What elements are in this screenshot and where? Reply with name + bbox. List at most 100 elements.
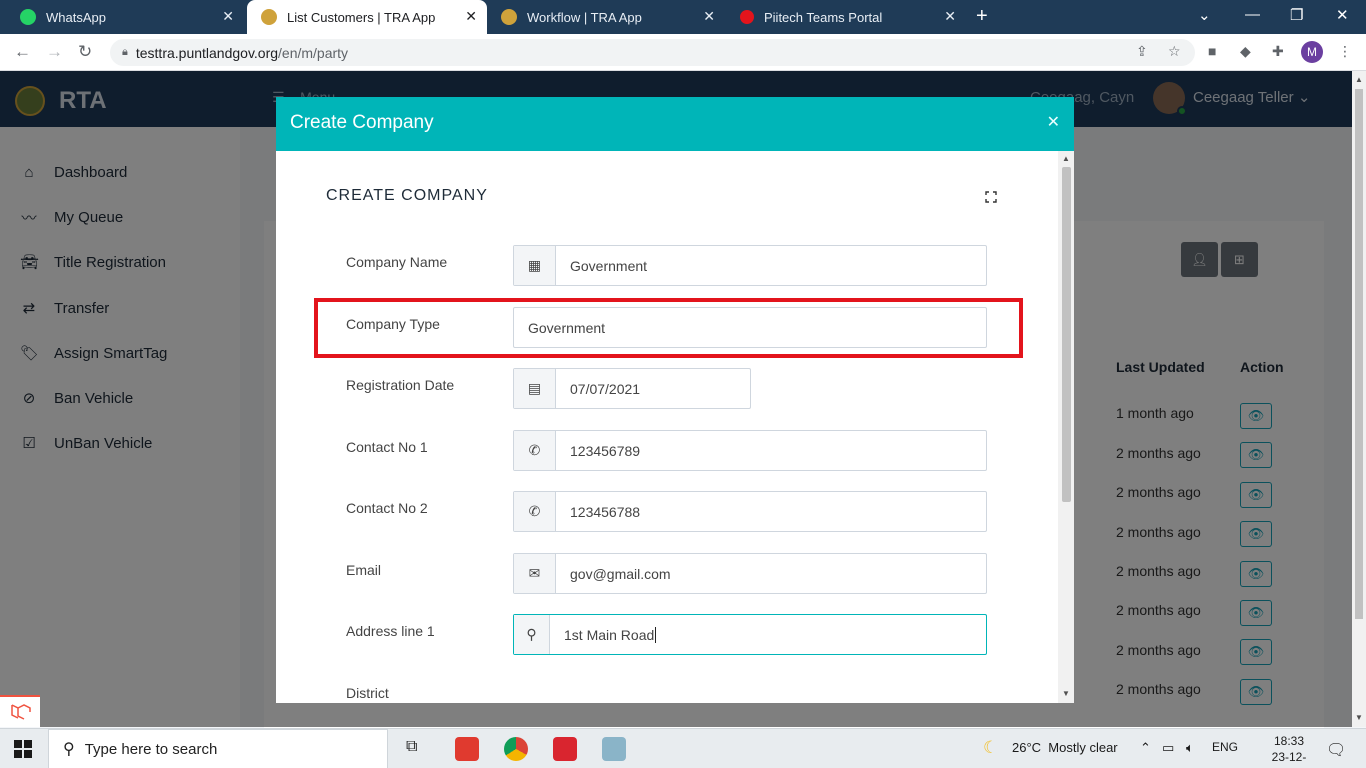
registration-date-field[interactable]: ▤ 07/07/2021	[513, 368, 751, 409]
page-scrollbar-thumb[interactable]	[1355, 89, 1363, 619]
profile-avatar[interactable]: M	[1301, 41, 1323, 63]
lock-icon: 🔒︎	[122, 46, 128, 58]
section-title: CREATE COMPANY	[326, 187, 488, 204]
laravel-debug-icon[interactable]	[0, 695, 40, 727]
address-bar: ← → ↻ 🔒︎ testtra.puntlandgov.org/en/m/pa…	[0, 34, 1366, 71]
taskbar-search-placeholder: Type here to search	[84, 740, 218, 758]
volume-muted-icon[interactable]: 🔈︎	[1186, 740, 1194, 756]
window-close-icon[interactable]: ✕	[1336, 6, 1349, 24]
bookmark-star-icon[interactable]: ☆	[1168, 43, 1181, 60]
registration-date-value: 07/07/2021	[570, 380, 641, 397]
taskbar-clock[interactable]: 18:33 23-12-2021	[1264, 733, 1314, 768]
modal-header: Create Company ✕	[276, 97, 1074, 151]
company-name-field[interactable]: ▦ Government	[513, 245, 987, 286]
whatsapp-icon	[20, 9, 36, 25]
taskbar-search-input[interactable]: ⚲ Type here to search	[48, 729, 388, 768]
close-icon[interactable]: ✕	[222, 8, 234, 25]
address-line-1-value: 1st Main Road	[564, 626, 655, 643]
tra-logo-icon	[261, 9, 277, 25]
envelope-icon: ✉	[514, 554, 556, 593]
laravel-logo-icon	[11, 704, 31, 720]
language-indicator[interactable]: ENG	[1212, 740, 1238, 754]
browser-tab-bar: WhatsApp ✕ List Customers | TRA App ✕ Wo…	[0, 0, 1366, 34]
contact-no-2-field[interactable]: ✆ 123456788	[513, 491, 987, 532]
phone-icon: ✆	[514, 492, 556, 531]
weather-widget[interactable]: 26°C Mostly clear	[1012, 740, 1118, 755]
scroll-up-icon[interactable]: ▲	[1062, 154, 1070, 163]
text-caret	[655, 626, 657, 643]
new-tab-icon[interactable]: +	[976, 5, 988, 28]
email-value: gov@gmail.com	[570, 565, 671, 582]
modal-scrollbar[interactable]: ▲ ▼	[1058, 151, 1074, 703]
contact-no-1-value: 123456789	[570, 442, 641, 459]
clock-time: 18:33	[1273, 734, 1305, 748]
address-line-1-label: Address line 1	[346, 623, 435, 639]
annotation-highlight-box	[314, 298, 1023, 358]
close-icon[interactable]: ✕	[944, 8, 956, 25]
chrome-icon[interactable]	[504, 737, 528, 761]
reload-icon[interactable]: ↻	[78, 42, 92, 62]
email-field[interactable]: ✉ gov@gmail.com	[513, 553, 987, 594]
modal-title: Create Company	[290, 112, 434, 133]
contact-no-2-label: Contact No 2	[346, 500, 428, 516]
forward-icon[interactable]: →	[46, 42, 63, 62]
tab-search-chevron-icon[interactable]: ⌄	[1198, 6, 1211, 24]
company-name-value: Government	[570, 257, 648, 274]
address-line-1-field[interactable]: ⚲ 1st Main Road	[513, 614, 987, 655]
extension-shield-icon[interactable]: ◆	[1240, 43, 1251, 60]
tab-label: Piitech Teams Portal	[764, 9, 883, 25]
windows-start-icon[interactable]	[14, 740, 32, 758]
share-icon[interactable]: ⇪	[1136, 43, 1148, 60]
back-icon[interactable]: ←	[14, 42, 31, 62]
tab-whatsapp[interactable]: WhatsApp ✕	[6, 0, 244, 34]
notification-icon[interactable]: 🗨︎	[1326, 740, 1346, 760]
scroll-down-icon[interactable]: ▼	[1355, 713, 1363, 722]
anydesk-icon[interactable]	[455, 737, 479, 761]
tra-logo-icon	[501, 9, 517, 25]
url-field[interactable]: 🔒︎ testtra.puntlandgov.org/en/m/party	[110, 39, 1195, 66]
scroll-up-icon[interactable]: ▲	[1355, 75, 1363, 84]
close-icon[interactable]: ✕	[703, 8, 715, 25]
battery-icon[interactable]: ▭	[1162, 740, 1174, 756]
tab-label: WhatsApp	[46, 9, 106, 25]
contact-no-1-field[interactable]: ✆ 123456789	[513, 430, 987, 471]
scroll-down-icon[interactable]: ▼	[1062, 689, 1070, 698]
clock-date: 23-12-2021	[1271, 750, 1307, 768]
tray-chevron-up-icon[interactable]: ⌃	[1140, 740, 1151, 756]
weather-moon-icon: ☾	[983, 738, 999, 757]
contact-no-2-value: 123456788	[570, 503, 641, 520]
email-label: Email	[346, 562, 382, 578]
notepad-icon[interactable]	[602, 737, 626, 761]
url-host: testtra.puntlandgov.org	[135, 44, 279, 61]
task-view-icon[interactable]: ⧉	[406, 738, 417, 756]
address-line-1-input[interactable]: 1st Main Road	[550, 615, 986, 654]
registration-date-label: Registration Date	[346, 377, 455, 393]
page-scrollbar[interactable]: ▲ ▼	[1352, 71, 1366, 727]
calendar-icon: ▤	[514, 369, 556, 408]
tab-label: List Customers | TRA App	[287, 9, 436, 25]
weather-desc: Mostly clear	[1048, 740, 1118, 755]
tab-workflow[interactable]: Workflow | TRA App ✕	[487, 0, 725, 34]
tab-list-customers[interactable]: List Customers | TRA App ✕	[247, 0, 487, 34]
extensions-puzzle-icon[interactable]: ✚	[1272, 43, 1284, 60]
phone-icon: ✆	[514, 431, 556, 470]
map-pin-icon: ⚲	[514, 615, 550, 654]
district-label: District	[346, 685, 389, 701]
fullscreen-icon[interactable]	[985, 191, 997, 203]
wps-office-icon[interactable]	[553, 737, 577, 761]
tab-piitech[interactable]: Piitech Teams Portal ✕	[726, 0, 966, 34]
selenium-extension-icon[interactable]: ■	[1208, 43, 1216, 59]
minimize-icon[interactable]: —	[1245, 6, 1260, 23]
piitech-icon	[740, 10, 754, 24]
company-name-label: Company Name	[346, 254, 448, 270]
restore-icon[interactable]: ❐	[1290, 6, 1303, 24]
browser-menu-icon[interactable]: ⋮	[1338, 43, 1352, 60]
url-path: /en/m/party	[278, 44, 349, 61]
modal-scrollbar-thumb[interactable]	[1062, 167, 1071, 502]
tab-label: Workflow | TRA App	[527, 9, 642, 25]
search-icon: ⚲	[63, 741, 75, 758]
modal-body: CREATE COMPANY Company Name ▦ Government…	[276, 151, 1058, 703]
modal-close-icon[interactable]: ✕	[1047, 112, 1060, 132]
building-icon: ▦	[514, 246, 556, 285]
close-icon[interactable]: ✕	[465, 8, 477, 25]
